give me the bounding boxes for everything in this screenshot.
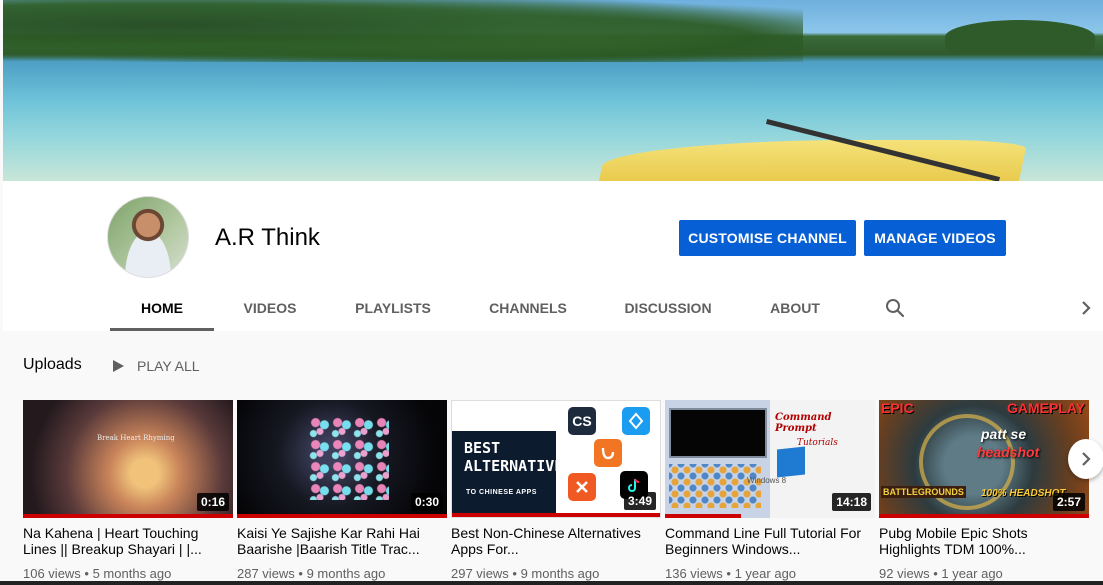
chevron-right-icon <box>1082 452 1091 466</box>
video-views: 106 views <box>23 566 81 581</box>
video-meta: 297 views • 9 months ago <box>451 566 600 581</box>
banner-trees <box>3 0 803 62</box>
tab-discussion[interactable]: DISCUSSION <box>596 284 740 331</box>
channel-avatar[interactable] <box>107 196 189 278</box>
video-age: 9 months ago <box>306 566 386 581</box>
thumbnail-headshot: headshot <box>977 444 1040 460</box>
watch-progress <box>452 513 660 517</box>
video-thumbnail[interactable]: BEST ALTERNATIVES TO CHINESE APPS CS 3:49 <box>451 400 661 518</box>
video-duration: 14:18 <box>832 493 871 511</box>
play-all-label: PLAY ALL <box>137 358 200 374</box>
thumbnail-title: Command Prompt <box>775 412 832 434</box>
video-age: 9 months ago <box>520 566 600 581</box>
video-duration: 2:57 <box>1052 493 1085 511</box>
thumbnail-subtitle: TO CHINESE APPS <box>466 489 537 496</box>
tab-videos[interactable]: VIDEOS <box>214 284 326 331</box>
video-meta: 136 views • 1 year ago <box>665 566 797 581</box>
video-thumbnail[interactable]: 0:30 <box>237 400 447 518</box>
video-views: 92 views <box>879 566 930 581</box>
video-age: 5 months ago <box>92 566 172 581</box>
banner-island <box>945 20 1095 54</box>
watch-progress <box>879 514 1089 518</box>
thumbnail-heading: BEST ALTERNATIVES <box>464 439 572 475</box>
watch-progress <box>237 514 447 518</box>
search-icon[interactable] <box>883 296 907 320</box>
thumbnail-gameplay: GAMEPLAY <box>1006 400 1085 416</box>
watch-progress <box>23 514 233 518</box>
customise-channel-button[interactable]: CUSTOMISE CHANNEL <box>679 220 856 256</box>
tab-playlists[interactable]: PLAYLISTS <box>326 284 460 331</box>
camscanner-icon: CS <box>568 407 596 435</box>
video-title[interactable]: Pubg Mobile Epic Shots Highlights TDM 10… <box>879 525 1089 557</box>
thumbnail-caption: Break Heart Rhyming <box>97 434 175 442</box>
bottom-edge <box>0 581 1103 585</box>
thumbnail-desktop-icons <box>669 464 761 508</box>
video-title[interactable]: Kaisi Ye Sajishe Kar Rahi Hai Baarishe |… <box>237 525 447 557</box>
thumbnail-lights <box>309 416 389 500</box>
ucbrowser-icon <box>594 439 622 467</box>
tab-home[interactable]: HOME <box>110 284 214 331</box>
video-views: 297 views <box>451 566 509 581</box>
thumbnail-epic: EPIC <box>881 400 914 416</box>
thumbnail-terminal <box>669 408 767 458</box>
thumbnail-battlegrounds: BATTLEGROUNDS <box>881 486 966 498</box>
shareit-icon <box>622 407 650 435</box>
tab-about[interactable]: ABOUT <box>740 284 850 331</box>
play-icon <box>113 360 124 372</box>
video-meta: 92 views • 1 year ago <box>879 566 1003 581</box>
video-title[interactable]: Best Non-Chinese Alternatives Apps For..… <box>451 525 661 557</box>
video-duration: 3:49 <box>623 492 656 510</box>
windows-logo-icon <box>777 446 805 478</box>
xender-icon <box>568 473 596 501</box>
video-thumbnail[interactable]: Command Prompt Tutorials Windows 8 14:18 <box>665 400 875 518</box>
video-views: 287 views <box>237 566 295 581</box>
video-card[interactable]: Break Heart Rhyming 0:16 Na Kahena | Hea… <box>23 400 233 581</box>
thumbnail-windows-label: Windows 8 <box>747 476 787 485</box>
thumbnail-alternatives: ALTERNATIVES <box>464 457 573 475</box>
manage-videos-button[interactable]: MANAGE VIDEOS <box>864 220 1006 256</box>
channel-banner <box>3 0 1103 181</box>
video-card[interactable]: Command Prompt Tutorials Windows 8 14:18… <box>665 400 875 581</box>
banner-kayak <box>598 140 1028 181</box>
video-meta: 287 views • 9 months ago <box>237 566 386 581</box>
uploads-title: Uploads <box>23 356 82 373</box>
channel-tabs: HOME VIDEOS PLAYLISTS CHANNELS DISCUSSIO… <box>110 284 850 331</box>
video-thumbnail[interactable]: EPIC GAMEPLAY patt se headshot BATTLEGRO… <box>879 400 1089 518</box>
video-duration: 0:30 <box>410 493 443 511</box>
play-all-button[interactable]: PLAY ALL <box>111 356 200 376</box>
video-meta: 106 views • 5 months ago <box>23 566 172 581</box>
video-title[interactable]: Na Kahena | Heart Touching Lines || Brea… <box>23 525 233 557</box>
tab-channels[interactable]: CHANNELS <box>460 284 596 331</box>
thumbnail-best: BEST <box>464 439 501 457</box>
video-card[interactable]: BEST ALTERNATIVES TO CHINESE APPS CS 3:49… <box>451 400 661 581</box>
video-card[interactable]: 0:30 Kaisi Ye Sajishe Kar Rahi Hai Baari… <box>237 400 447 581</box>
watch-progress <box>665 514 741 518</box>
video-age: 1 year ago <box>734 566 797 581</box>
carousel-next-button[interactable] <box>1068 439 1103 479</box>
chevron-right-icon[interactable] <box>1074 296 1098 320</box>
video-age: 1 year ago <box>941 566 1003 581</box>
video-card[interactable]: EPIC GAMEPLAY patt se headshot BATTLEGRO… <box>879 400 1089 581</box>
video-views: 136 views <box>665 566 723 581</box>
video-duration: 0:16 <box>196 493 229 511</box>
video-thumbnail[interactable]: Break Heart Rhyming 0:16 <box>23 400 233 518</box>
channel-name: A.R Think <box>215 224 320 251</box>
thumbnail-patt-se: patt se <box>981 426 1027 442</box>
video-title[interactable]: Command Line Full Tutorial For Beginners… <box>665 525 875 557</box>
